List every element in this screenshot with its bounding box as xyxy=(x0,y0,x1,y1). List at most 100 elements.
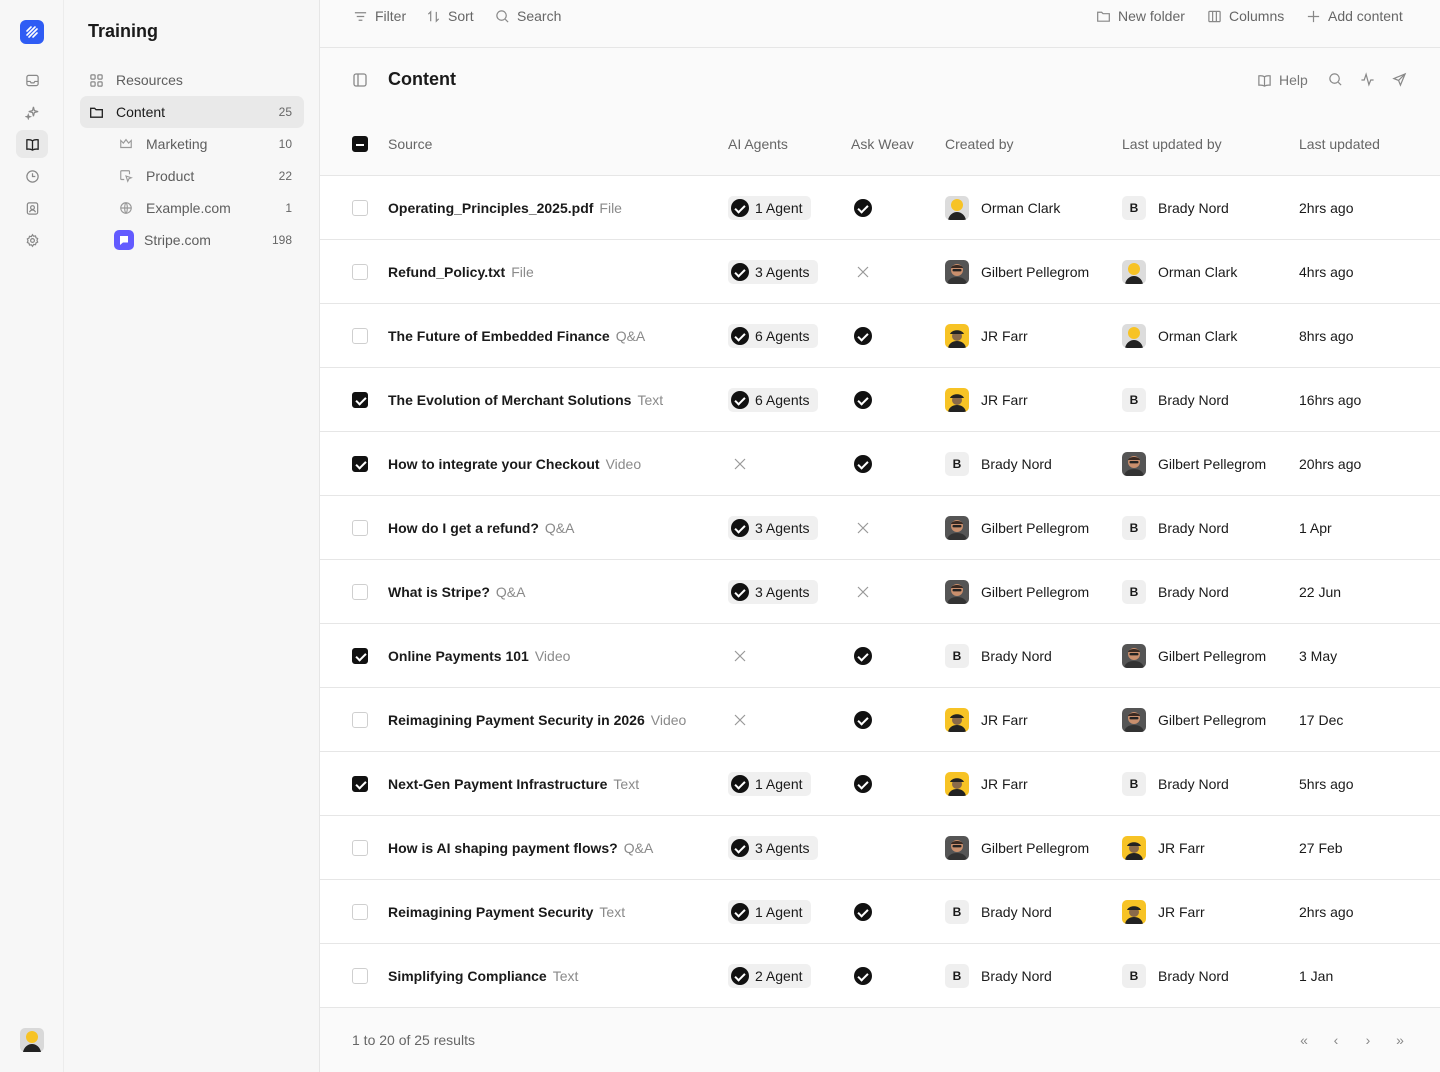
row-checkbox[interactable] xyxy=(352,200,368,216)
avatar-initial: B xyxy=(1122,516,1146,540)
table-row[interactable]: What is Stripe? Q&A 3 Agents Gilbert Pelleg… xyxy=(320,560,1440,624)
source-cell[interactable]: How is AI shaping payment flows? Q&A xyxy=(388,840,653,856)
avatar xyxy=(1122,900,1146,924)
source-cell[interactable]: Simplifying Compliance Text xyxy=(388,968,578,984)
source-cell[interactable]: Next-Gen Payment Infrastructure Text xyxy=(388,776,639,792)
sort-button[interactable]: Sort xyxy=(426,0,474,32)
results-count: 1 to 20 of 25 results xyxy=(352,1032,475,1048)
row-checkbox[interactable] xyxy=(352,904,368,920)
source-cell[interactable]: Reimagining Payment Security Text xyxy=(388,904,625,920)
row-checkbox[interactable] xyxy=(352,456,368,472)
sidebar-item-resources[interactable]: Resources xyxy=(80,64,304,96)
agents-badge[interactable]: 1 Agent xyxy=(728,900,811,924)
source-cell[interactable]: What is Stripe? Q&A xyxy=(388,584,525,600)
table-row[interactable]: How is AI shaping payment flows? Q&A 3 Age… xyxy=(320,816,1440,880)
column-header-created[interactable]: Created by xyxy=(945,136,1013,152)
table-row[interactable]: Reimagining Payment Security Text 1 Agent B… xyxy=(320,880,1440,944)
panel-toggle-icon[interactable] xyxy=(352,72,368,93)
column-header-agents[interactable]: AI Agents xyxy=(728,136,788,152)
select-all-checkbox[interactable] xyxy=(352,136,368,152)
avatar-initial: B xyxy=(945,644,969,668)
source-name: Reimagining Payment Security in 2026 xyxy=(388,712,645,728)
add-content-button[interactable]: Add content xyxy=(1306,0,1403,32)
search-icon[interactable] xyxy=(1328,72,1343,87)
agents-badge[interactable]: 3 Agents xyxy=(728,516,818,540)
agents-badge[interactable]: 1 Agent xyxy=(728,196,811,220)
first-page-icon[interactable]: « xyxy=(1296,1032,1312,1048)
agents-badge[interactable]: 6 Agents xyxy=(728,388,818,412)
source-cell[interactable]: Refund_Policy.txt File xyxy=(388,264,534,280)
app-logo-icon[interactable] xyxy=(20,20,44,44)
column-header-updated-by[interactable]: Last updated by xyxy=(1122,136,1222,152)
agents-badge[interactable]: 6 Agents xyxy=(728,324,818,348)
row-checkbox[interactable] xyxy=(352,776,368,792)
row-checkbox[interactable] xyxy=(352,520,368,536)
help-button[interactable]: Help xyxy=(1257,72,1308,88)
search-button[interactable]: Search xyxy=(495,0,561,32)
send-icon[interactable] xyxy=(1392,72,1407,87)
updated-by-name: Orman Clark xyxy=(1158,328,1238,344)
avatar xyxy=(945,836,969,860)
source-type: Q&A xyxy=(615,328,646,344)
row-checkbox[interactable] xyxy=(352,968,368,984)
last-page-icon[interactable]: » xyxy=(1392,1032,1408,1048)
table-row[interactable]: Simplifying Compliance Text 2 Agent B Brady … xyxy=(320,944,1440,1008)
column-header-source[interactable]: Source xyxy=(388,136,432,152)
source-cell[interactable]: How do I get a refund? Q&A xyxy=(388,520,574,536)
table-row[interactable]: The Evolution of Merchant Solutions Text 6… xyxy=(320,368,1440,432)
table-row[interactable]: Reimagining Payment Security in 2026 Vide… xyxy=(320,688,1440,752)
row-checkbox[interactable] xyxy=(352,584,368,600)
row-checkbox[interactable] xyxy=(352,648,368,664)
last-updated: 2hrs ago xyxy=(1299,904,1354,920)
sidebar-item-marketing[interactable]: Marketing 10 xyxy=(110,128,304,160)
source-cell[interactable]: Operating_Principles_2025.pdf File xyxy=(388,200,622,216)
row-checkbox[interactable] xyxy=(352,392,368,408)
table-row[interactable]: How to integrate your Checkout Video B Brad… xyxy=(320,432,1440,496)
row-checkbox[interactable] xyxy=(352,328,368,344)
row-checkbox[interactable] xyxy=(352,840,368,856)
agents-badge[interactable]: 3 Agents xyxy=(728,260,818,284)
clock-icon[interactable] xyxy=(16,162,48,190)
sidebar: Training Resources Content 25 Marketing … xyxy=(64,0,320,1072)
sparkle-icon[interactable] xyxy=(16,98,48,126)
source-cell[interactable]: The Evolution of Merchant Solutions Text xyxy=(388,392,663,408)
source-cell[interactable]: How to integrate your Checkout Video xyxy=(388,456,641,472)
avatar xyxy=(1122,324,1146,348)
table-row[interactable]: Operating_Principles_2025.pdf File 1 Agent… xyxy=(320,176,1440,240)
agents-badge[interactable]: 3 Agents xyxy=(728,836,818,860)
table-row[interactable]: The Future of Embedded Finance Q&A 6 Agent… xyxy=(320,304,1440,368)
table-row[interactable]: Online Payments 101 Video B Brady Nord Gilbe… xyxy=(320,624,1440,688)
inbox-icon[interactable] xyxy=(16,66,48,94)
activity-icon[interactable] xyxy=(1360,72,1375,87)
avatar-initial: B xyxy=(1122,964,1146,988)
sidebar-item-product[interactable]: Product 22 xyxy=(110,160,304,192)
sidebar-item-example-com[interactable]: Example.com 1 xyxy=(110,192,304,224)
column-header-updated[interactable]: Last updated xyxy=(1299,136,1380,152)
table-row[interactable]: How do I get a refund? Q&A 3 Agents Gilbert… xyxy=(320,496,1440,560)
row-checkbox[interactable] xyxy=(352,712,368,728)
next-page-icon[interactable]: › xyxy=(1360,1032,1376,1048)
gear-icon[interactable] xyxy=(16,226,48,254)
contact-icon[interactable] xyxy=(16,194,48,222)
new-folder-button[interactable]: New folder xyxy=(1096,0,1185,32)
book-icon[interactable] xyxy=(16,130,48,158)
agents-badge[interactable]: 3 Agents xyxy=(728,580,818,604)
source-cell[interactable]: Reimagining Payment Security in 2026 Vide… xyxy=(388,712,686,728)
agents-badge[interactable]: 1 Agent xyxy=(728,772,811,796)
prev-page-icon[interactable]: ‹ xyxy=(1328,1032,1344,1048)
columns-button[interactable]: Columns xyxy=(1207,0,1284,32)
sidebar-item-content[interactable]: Content 25 xyxy=(80,96,304,128)
table-row[interactable]: Refund_Policy.txt File 3 Agents Gilbert Pel… xyxy=(320,240,1440,304)
source-name: How do I get a refund? xyxy=(388,520,539,536)
filter-button[interactable]: Filter xyxy=(353,0,406,32)
source-cell[interactable]: Online Payments 101 Video xyxy=(388,648,570,664)
user-avatar[interactable] xyxy=(20,1028,44,1057)
column-header-ask[interactable]: Ask Weav xyxy=(851,136,914,152)
columns-label: Columns xyxy=(1229,8,1285,24)
row-checkbox[interactable] xyxy=(352,264,368,280)
ask-enabled xyxy=(854,647,872,665)
source-cell[interactable]: The Future of Embedded Finance Q&A xyxy=(388,328,645,344)
agents-badge[interactable]: 2 Agent xyxy=(728,964,811,988)
table-row[interactable]: Next-Gen Payment Infrastructure Text 1 Age… xyxy=(320,752,1440,816)
sidebar-item-stripe-com[interactable]: Stripe.com 198 xyxy=(110,224,304,256)
